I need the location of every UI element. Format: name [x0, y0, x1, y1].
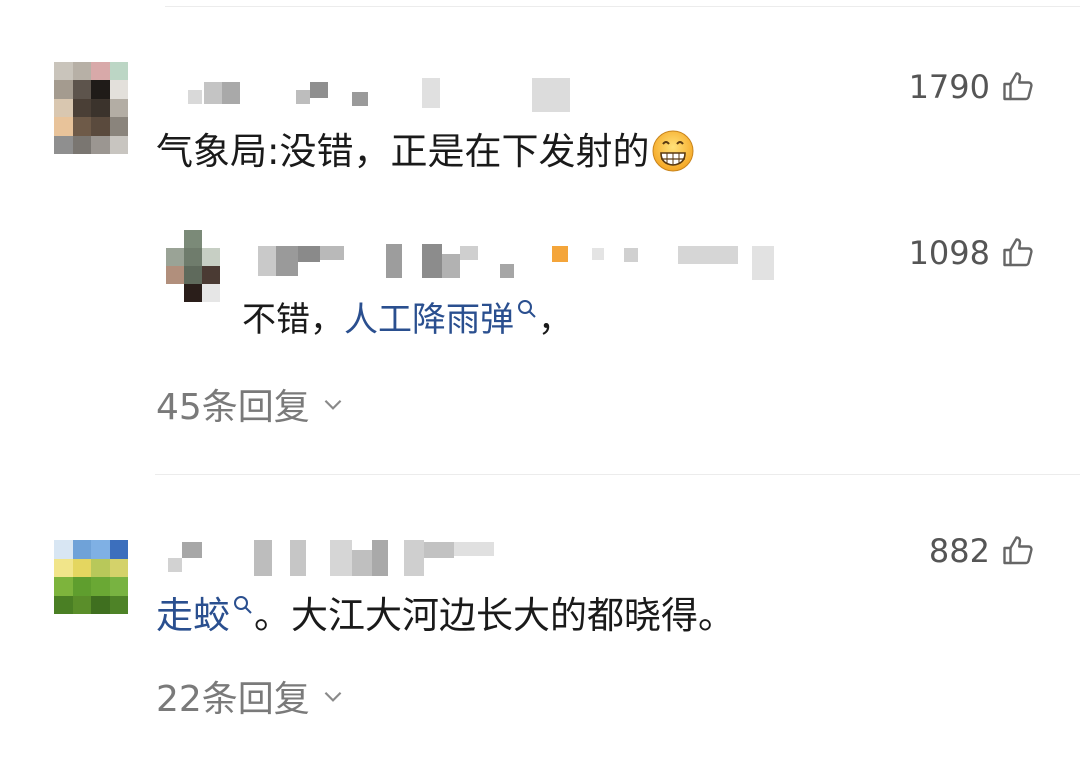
reply-count-label: 22条回复: [156, 679, 310, 720]
reply-count-label: 45条回复: [156, 387, 310, 428]
like-count-value: 882: [928, 532, 990, 570]
comment-text: 气象局:没错，正是在下发射的: [156, 128, 695, 176]
search-icon: [518, 300, 536, 318]
topic-link-label: 人工降雨弹: [344, 300, 514, 340]
username-blurred[interactable]: [160, 536, 500, 580]
reply-body-suffix: ，: [538, 300, 572, 340]
like-count[interactable]: 882: [929, 532, 1036, 570]
view-replies-button[interactable]: 22条回复: [156, 670, 346, 722]
username-blurred[interactable]: [160, 72, 580, 116]
thumbs-up-icon[interactable]: [1000, 533, 1036, 569]
comment-divider: [155, 474, 1080, 475]
comment-body: 气象局:没错，正是在下发射的: [156, 130, 650, 173]
reply-text: 不错，人工降雨弹 ，: [242, 296, 572, 344]
thumbs-up-icon[interactable]: [1000, 69, 1036, 105]
username-blurred[interactable]: [252, 240, 782, 284]
avatar[interactable]: [54, 540, 128, 614]
comment-body: 。大江大河边长大的都晓得。: [254, 594, 735, 637]
avatar[interactable]: [54, 62, 128, 154]
topic-link[interactable]: 人工降雨弹: [344, 300, 538, 340]
top-divider: [165, 6, 1080, 7]
avatar[interactable]: [166, 230, 220, 302]
like-count[interactable]: 1790: [909, 68, 1036, 106]
thumbs-up-icon[interactable]: [1000, 235, 1036, 271]
like-count[interactable]: 1098: [909, 234, 1036, 272]
view-replies-button[interactable]: 45条回复: [156, 378, 346, 430]
reply-body-prefix: 不错，: [242, 300, 344, 340]
like-count-value: 1098: [908, 234, 990, 272]
comment-text: 走蛟 。大江大河边长大的都晓得。: [156, 592, 735, 640]
chevron-down-icon: [324, 399, 342, 410]
chevron-down-icon: [324, 691, 342, 702]
grinning-face-emoji: [652, 130, 694, 171]
like-count-value: 1790: [908, 68, 990, 106]
topic-link[interactable]: 走蛟: [156, 594, 254, 637]
topic-link-label: 走蛟: [156, 594, 230, 637]
search-icon: [234, 596, 252, 614]
